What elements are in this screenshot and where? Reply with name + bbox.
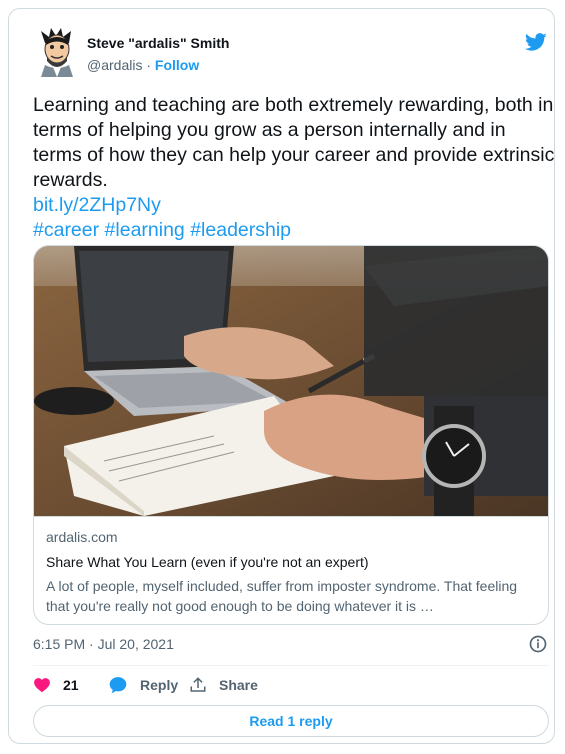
preview-domain: ardalis.com (46, 529, 118, 545)
info-icon[interactable] (528, 634, 548, 654)
author-handle[interactable]: @ardalis (87, 57, 142, 73)
hashtag-row: #career #learning #leadership (33, 218, 557, 243)
share-button[interactable]: Share (189, 673, 258, 697)
tweet-text: Learning and teaching are both extremely… (33, 94, 555, 191)
tweet-card: Steve "ardalis" Smith @ardalis · Follow … (8, 8, 555, 744)
speech-bubble-icon (109, 677, 127, 694)
hashtag-leadership[interactable]: #leadership (190, 219, 291, 241)
link-preview-text: ardalis.com Share What You Learn (even i… (34, 516, 548, 624)
reply-button[interactable]: Reply (108, 673, 178, 697)
like-count: 21 (63, 677, 79, 693)
hashtag-career[interactable]: #career (33, 219, 99, 241)
author-name[interactable]: Steve "ardalis" Smith (87, 35, 229, 51)
author-handle-row: @ardalis · Follow (87, 57, 199, 73)
separator-dot: · (146, 57, 152, 73)
like-button[interactable]: 21 (33, 673, 79, 697)
follow-button[interactable]: Follow (155, 57, 199, 73)
preview-image (34, 246, 548, 516)
tweet-timestamp[interactable]: 6:15 PM · Jul 20, 2021 (33, 636, 174, 652)
heart-icon (34, 678, 50, 693)
read-replies-button[interactable]: Read 1 reply (33, 705, 549, 737)
avatar[interactable] (35, 27, 79, 77)
preview-description: A lot of people, myself included, suffer… (46, 578, 518, 614)
twitter-bird-icon[interactable] (523, 31, 549, 53)
hashtag-learning[interactable]: #learning (105, 219, 185, 241)
preview-title: Share What You Learn (even if you're not… (46, 554, 369, 570)
divider (33, 665, 549, 666)
reply-label: Reply (140, 677, 179, 693)
share-label: Share (219, 677, 258, 693)
link-preview-card[interactable]: ardalis.com Share What You Learn (even i… (33, 245, 549, 625)
tweet-link[interactable]: bit.ly/2ZHp7Ny (33, 193, 557, 218)
tweet-body: Learning and teaching are both extremely… (33, 93, 557, 243)
share-upload-icon (190, 677, 206, 692)
